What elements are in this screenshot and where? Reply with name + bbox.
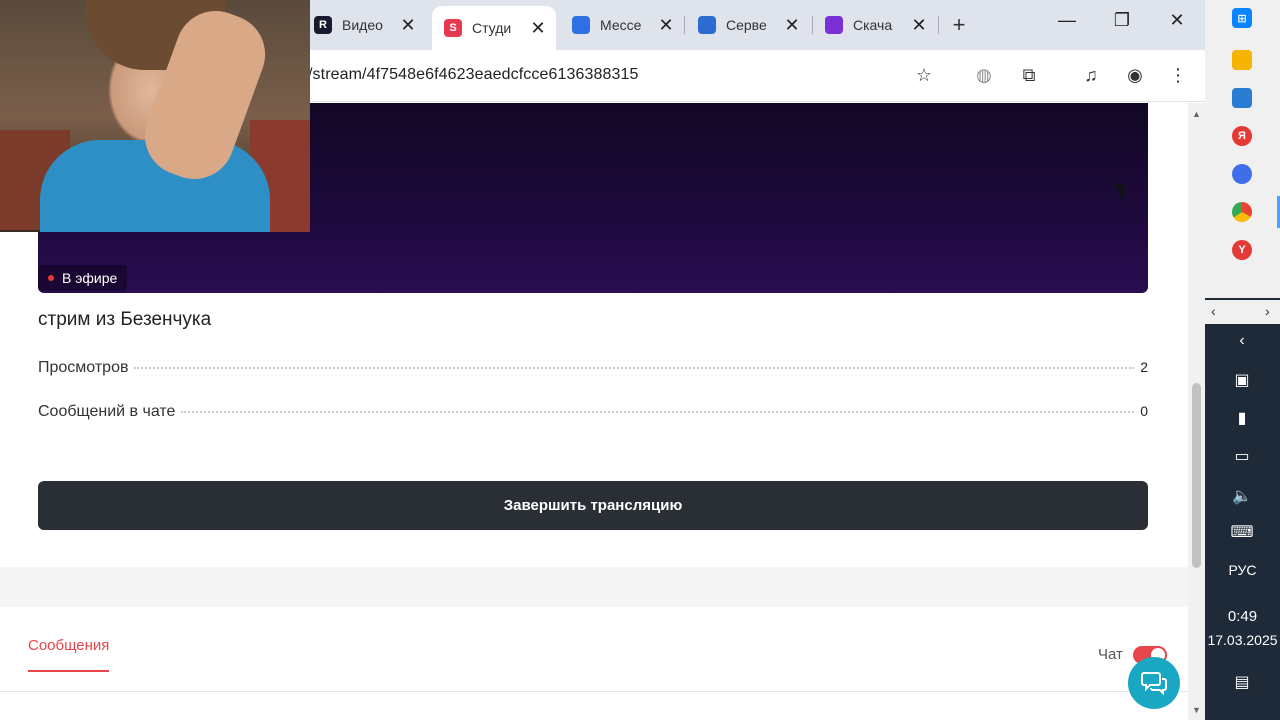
tab-download[interactable]: Скача ✕ bbox=[813, 8, 937, 42]
support-chat-button[interactable] bbox=[1128, 657, 1180, 709]
webcam-overlay bbox=[0, 0, 310, 232]
tab-title: Видео bbox=[342, 17, 383, 33]
tab-title: Студи bbox=[472, 20, 512, 36]
chat-bubble-icon bbox=[572, 16, 590, 34]
dotted-leader bbox=[134, 367, 1135, 369]
stat-label: Просмотров bbox=[38, 359, 129, 376]
extensions-icon[interactable]: ⧉ bbox=[1016, 62, 1042, 88]
audio-wave-icon bbox=[825, 16, 843, 34]
tab-server[interactable]: Серве ✕ bbox=[686, 8, 810, 42]
clock-date[interactable]: 17.03.2025 bbox=[1205, 632, 1280, 648]
language-indicator[interactable]: РУС bbox=[1205, 562, 1280, 578]
collapse-tray-icon[interactable]: ‹ bbox=[1227, 332, 1257, 350]
taskbar-apps: ⊞ Я Y bbox=[1205, 0, 1280, 298]
new-tab-button[interactable]: + bbox=[948, 12, 970, 38]
dotted-leader bbox=[181, 411, 1135, 413]
chrome-icon[interactable] bbox=[1232, 202, 1252, 222]
live-badge: В эфире bbox=[38, 265, 128, 291]
close-icon[interactable]: ✕ bbox=[658, 15, 674, 36]
keyboard-icon[interactable]: ⌨ bbox=[1227, 522, 1257, 542]
translate-icon[interactable]: ◍ bbox=[971, 62, 997, 88]
volume-icon[interactable]: 🔈 bbox=[1227, 486, 1257, 506]
stat-chat-messages: Сообщений в чате 0 bbox=[38, 403, 1148, 421]
scroll-up-icon[interactable]: ▲ bbox=[1190, 109, 1203, 119]
store-icon[interactable] bbox=[1232, 88, 1252, 108]
divider bbox=[0, 691, 1188, 692]
clock-time[interactable]: 0:49 bbox=[1205, 608, 1280, 625]
rutube-icon: R bbox=[314, 16, 332, 34]
tab-messages[interactable]: Сообщения bbox=[28, 637, 110, 672]
section-separator-band bbox=[0, 567, 1188, 607]
tab-title: Серве bbox=[726, 17, 767, 33]
end-stream-button[interactable]: Завершить трансляцию bbox=[38, 481, 1148, 530]
bookmark-star-icon[interactable]: ☆ bbox=[911, 62, 937, 88]
stat-views: Просмотров 2 bbox=[38, 359, 1148, 377]
tab-studio[interactable]: S Студи ✕ bbox=[432, 6, 556, 50]
windows-start-icon[interactable]: ⊞ bbox=[1232, 8, 1252, 28]
tab-video[interactable]: R Видео ✕ bbox=[302, 8, 426, 42]
chevron-right-icon[interactable]: › bbox=[1265, 303, 1270, 319]
network-icon[interactable]: ▭ bbox=[1227, 446, 1257, 466]
profile-icon[interactable]: ◉ bbox=[1122, 62, 1148, 88]
studio-icon: S bbox=[444, 19, 462, 37]
usb-device-icon[interactable]: ▮ bbox=[1227, 408, 1257, 428]
chevron-left-icon[interactable]: ‹ bbox=[1211, 303, 1216, 319]
chat-toggle-label: Чат bbox=[1098, 646, 1123, 663]
server-icon bbox=[698, 16, 716, 34]
menu-icon[interactable]: ⋮ bbox=[1165, 62, 1191, 88]
taskbar: ⊞ Я Y ‹ › ‹ ▣ ▮ ▭ 🔈 ⌨ РУС 0:49 17.03.202… bbox=[1205, 0, 1280, 720]
page-scrollbar[interactable]: ▲ ▼ bbox=[1188, 103, 1205, 720]
tab-separator bbox=[938, 16, 939, 34]
media-control-icon[interactable]: ♫ bbox=[1078, 62, 1104, 88]
stream-title: стрим из Безенчука bbox=[38, 309, 212, 330]
browser-icon[interactable] bbox=[1232, 164, 1252, 184]
screen: R Видео ✕ S Студи ✕ Мессе ✕ Серве ✕ Скач… bbox=[0, 0, 1280, 720]
tab-title: Скача bbox=[853, 17, 893, 33]
stat-value: 2 bbox=[1140, 359, 1148, 375]
yandex-browser-icon[interactable]: Y bbox=[1232, 240, 1252, 260]
scrollbar-thumb[interactable] bbox=[1192, 383, 1201, 568]
close-icon[interactable]: ✕ bbox=[400, 15, 416, 36]
yandex-icon[interactable]: Я bbox=[1232, 126, 1252, 146]
live-badge-label: В эфире bbox=[62, 270, 118, 286]
file-explorer-icon[interactable] bbox=[1232, 50, 1252, 70]
tab-separator bbox=[684, 16, 685, 34]
scroll-down-icon[interactable]: ▼ bbox=[1190, 705, 1203, 715]
close-icon[interactable]: ✕ bbox=[911, 15, 927, 36]
camera-icon[interactable]: ▣ bbox=[1227, 370, 1257, 390]
stat-label: Сообщений в чате bbox=[38, 403, 176, 420]
tab-messenger[interactable]: Мессе ✕ bbox=[560, 8, 684, 42]
minimize-button[interactable]: — bbox=[1052, 10, 1082, 36]
live-dot-icon bbox=[48, 275, 54, 281]
tab-title: Мессе bbox=[600, 17, 642, 33]
stat-value: 0 bbox=[1140, 403, 1148, 419]
address-bar[interactable]: /stream/4f7548e6f4623eaedcfcce6136388315 bbox=[308, 66, 638, 84]
taskbar-scroll[interactable]: ‹ › bbox=[1205, 300, 1280, 324]
close-icon[interactable]: ✕ bbox=[530, 18, 546, 39]
close-window-button[interactable]: ✕ bbox=[1162, 10, 1192, 36]
restore-button[interactable]: ❐ bbox=[1107, 10, 1137, 36]
close-icon[interactable]: ✕ bbox=[784, 15, 800, 36]
notifications-icon[interactable]: ▤ bbox=[1227, 672, 1257, 692]
chat-bubbles-icon bbox=[1141, 672, 1167, 696]
